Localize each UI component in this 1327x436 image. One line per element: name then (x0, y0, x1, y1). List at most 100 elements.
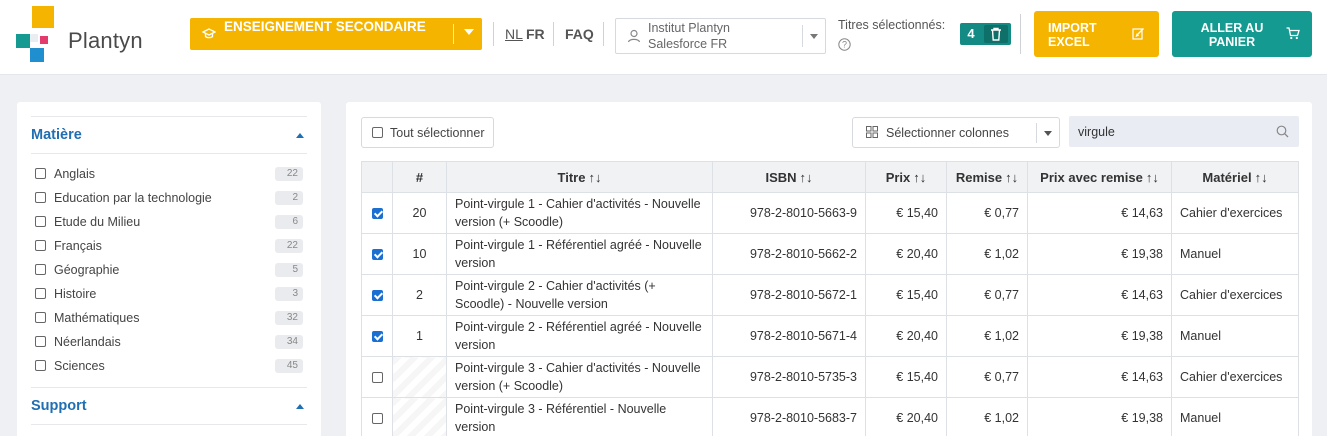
import-excel-button[interactable]: IMPORT EXCEL (1034, 11, 1159, 57)
row-material: Cahier d'exercices (1171, 192, 1299, 234)
row-title: Point-virgule 1 - Référentiel agréé - No… (446, 233, 713, 275)
go-to-cart-button[interactable]: ALLER AU PANIER (1172, 11, 1312, 57)
selected-count-badge: 4 (960, 23, 1011, 45)
row-checkbox[interactable] (372, 249, 383, 260)
divider (603, 22, 604, 46)
lang-nl-link[interactable]: NL (505, 26, 523, 42)
facet-item-count: 2 (275, 191, 303, 205)
col-header-material[interactable]: Matériel ↑↓ (1171, 161, 1299, 193)
facet-item-histoire[interactable]: Histoire 3 (35, 286, 303, 304)
plantyn-logo[interactable]: Plantyn (16, 6, 156, 66)
facet-item-count: 45 (275, 359, 303, 373)
row-discount: € 1,02 (946, 315, 1028, 357)
facet-checkbox[interactable] (35, 168, 46, 179)
sort-icon[interactable]: ↑↓ (1255, 170, 1268, 185)
clear-selection-button[interactable] (984, 25, 1008, 43)
search-input[interactable] (1069, 116, 1269, 147)
table-header-row: # Titre ↑↓ ISBN ↑↓ Prix ↑↓ Remise ↑↓ Prix av… (361, 161, 1299, 193)
logo-text: Plantyn (68, 28, 143, 53)
row-discount: € 1,02 (946, 233, 1028, 275)
facet-checkbox[interactable] (35, 360, 46, 371)
select-columns-divider (1036, 123, 1037, 143)
facet-item-mathematiques[interactable]: Mathématiques 32 (35, 310, 303, 328)
row-material: Cahier d'exercices (1171, 274, 1299, 316)
row-discount: € 1,02 (946, 397, 1028, 436)
facet-support-header[interactable]: Support (31, 387, 307, 425)
facet-item-anglais[interactable]: Anglais 22 (35, 166, 303, 184)
row-net-price: € 14,63 (1027, 192, 1172, 234)
sort-icon[interactable]: ↑↓ (913, 170, 926, 185)
row-price: € 20,40 (865, 397, 947, 436)
row-isbn: 978-2-8010-5662-2 (712, 233, 866, 275)
cart-icon (1286, 27, 1300, 40)
col-header-discount[interactable]: Remise ↑↓ (946, 161, 1028, 193)
logo-mark-icon (16, 6, 54, 62)
row-checkbox[interactable] (372, 331, 383, 342)
col-header-net-price[interactable]: Prix avec remise ↑↓ (1027, 161, 1172, 193)
lang-fr-link[interactable]: FR (526, 26, 545, 42)
row-title: Point-virgule 3 - Cahier d'activités - N… (446, 356, 713, 398)
row-net-price: € 19,38 (1027, 397, 1172, 436)
row-checkbox[interactable] (372, 290, 383, 301)
facet-checkbox[interactable] (35, 240, 46, 251)
table-row[interactable]: 2 Point-virgule 2 - Cahier d'activités (… (361, 274, 1299, 316)
row-title: Point-virgule 2 - Référentiel agréé - No… (446, 315, 713, 357)
select-all-button[interactable]: Tout sélectionner (361, 117, 494, 148)
select-columns-dropdown[interactable]: Sélectionner colonnes (852, 117, 1060, 148)
facet-checkbox[interactable] (35, 312, 46, 323)
col-header-isbn[interactable]: ISBN ↑↓ (712, 161, 866, 193)
facet-checkbox[interactable] (35, 264, 46, 275)
table-row[interactable]: 10 Point-virgule 1 - Référentiel agréé -… (361, 233, 1299, 275)
row-discount: € 0,77 (946, 274, 1028, 316)
facet-item-education-technologie[interactable]: Education par la technologie 2 (35, 190, 303, 208)
table-row[interactable]: 1 Point-virgule 2 - Référentiel agréé - … (361, 315, 1299, 357)
sort-icon[interactable]: ↑↓ (800, 170, 813, 185)
sort-icon[interactable]: ↑↓ (1146, 170, 1159, 185)
facet-item-count: 3 (275, 287, 303, 301)
table-row[interactable]: Point-virgule 3 - Référentiel - Nouvelle… (361, 397, 1299, 436)
facet-checkbox[interactable] (35, 288, 46, 299)
segment-label: ENSEIGNEMENT SECONDAIRE (224, 19, 426, 34)
select-columns-label: Sélectionner colonnes (886, 126, 1009, 140)
facet-checkbox[interactable] (35, 192, 46, 203)
segment-dropdown[interactable]: ENSEIGNEMENT SECONDAIRE (190, 18, 482, 50)
row-isbn: 978-2-8010-5663-9 (712, 192, 866, 234)
table-row[interactable]: 20 Point-virgule 1 - Cahier d'activités … (361, 192, 1299, 234)
help-icon[interactable]: ? (838, 38, 851, 51)
row-number: 10 (392, 233, 447, 275)
row-checkbox[interactable] (372, 372, 383, 383)
row-price: € 20,40 (865, 315, 947, 357)
facet-checkbox[interactable] (35, 336, 46, 347)
divider (1020, 14, 1021, 54)
sort-icon[interactable]: ↑↓ (1005, 170, 1018, 185)
facet-item-count: 6 (275, 215, 303, 229)
row-price: € 15,40 (865, 356, 947, 398)
facet-item-neerlandais[interactable]: Néerlandais 34 (35, 334, 303, 352)
search-icon[interactable] (1276, 125, 1289, 138)
facet-item-sciences[interactable]: Sciences 45 (35, 358, 303, 376)
select-all-checkbox[interactable] (372, 127, 383, 138)
col-header-price[interactable]: Prix ↑↓ (865, 161, 947, 193)
facet-item-francais[interactable]: Français 22 (35, 238, 303, 256)
chevron-up-icon (296, 133, 304, 138)
row-checkbox[interactable] (372, 413, 383, 424)
sort-icon[interactable]: ↑↓ (588, 170, 601, 185)
facet-matiere-header[interactable]: Matière (31, 116, 307, 154)
col-header-title[interactable]: Titre ↑↓ (446, 161, 713, 193)
facet-checkbox[interactable] (35, 216, 46, 227)
facet-title: Support (31, 398, 87, 414)
institution-select[interactable]: Institut Plantyn Salesforce FR (615, 18, 826, 54)
chevron-down-icon (464, 29, 474, 35)
row-material: Manuel (1171, 397, 1299, 436)
row-title: Point-virgule 1 - Cahier d'activités - N… (446, 192, 713, 234)
grid-icon (866, 126, 878, 138)
table-row[interactable]: Point-virgule 3 - Cahier d'activités - N… (361, 356, 1299, 398)
row-checkbox[interactable] (372, 208, 383, 219)
results-table: # Titre ↑↓ ISBN ↑↓ Prix ↑↓ Remise ↑↓ Prix av… (361, 161, 1299, 436)
faq-link[interactable]: FAQ (565, 26, 594, 42)
col-header-select (361, 161, 393, 193)
facet-item-geographie[interactable]: Géographie 5 (35, 262, 303, 280)
facet-item-etude-milieu[interactable]: Etude du Milieu 6 (35, 214, 303, 232)
chevron-up-icon (296, 404, 304, 409)
row-isbn: 978-2-8010-5683-7 (712, 397, 866, 436)
